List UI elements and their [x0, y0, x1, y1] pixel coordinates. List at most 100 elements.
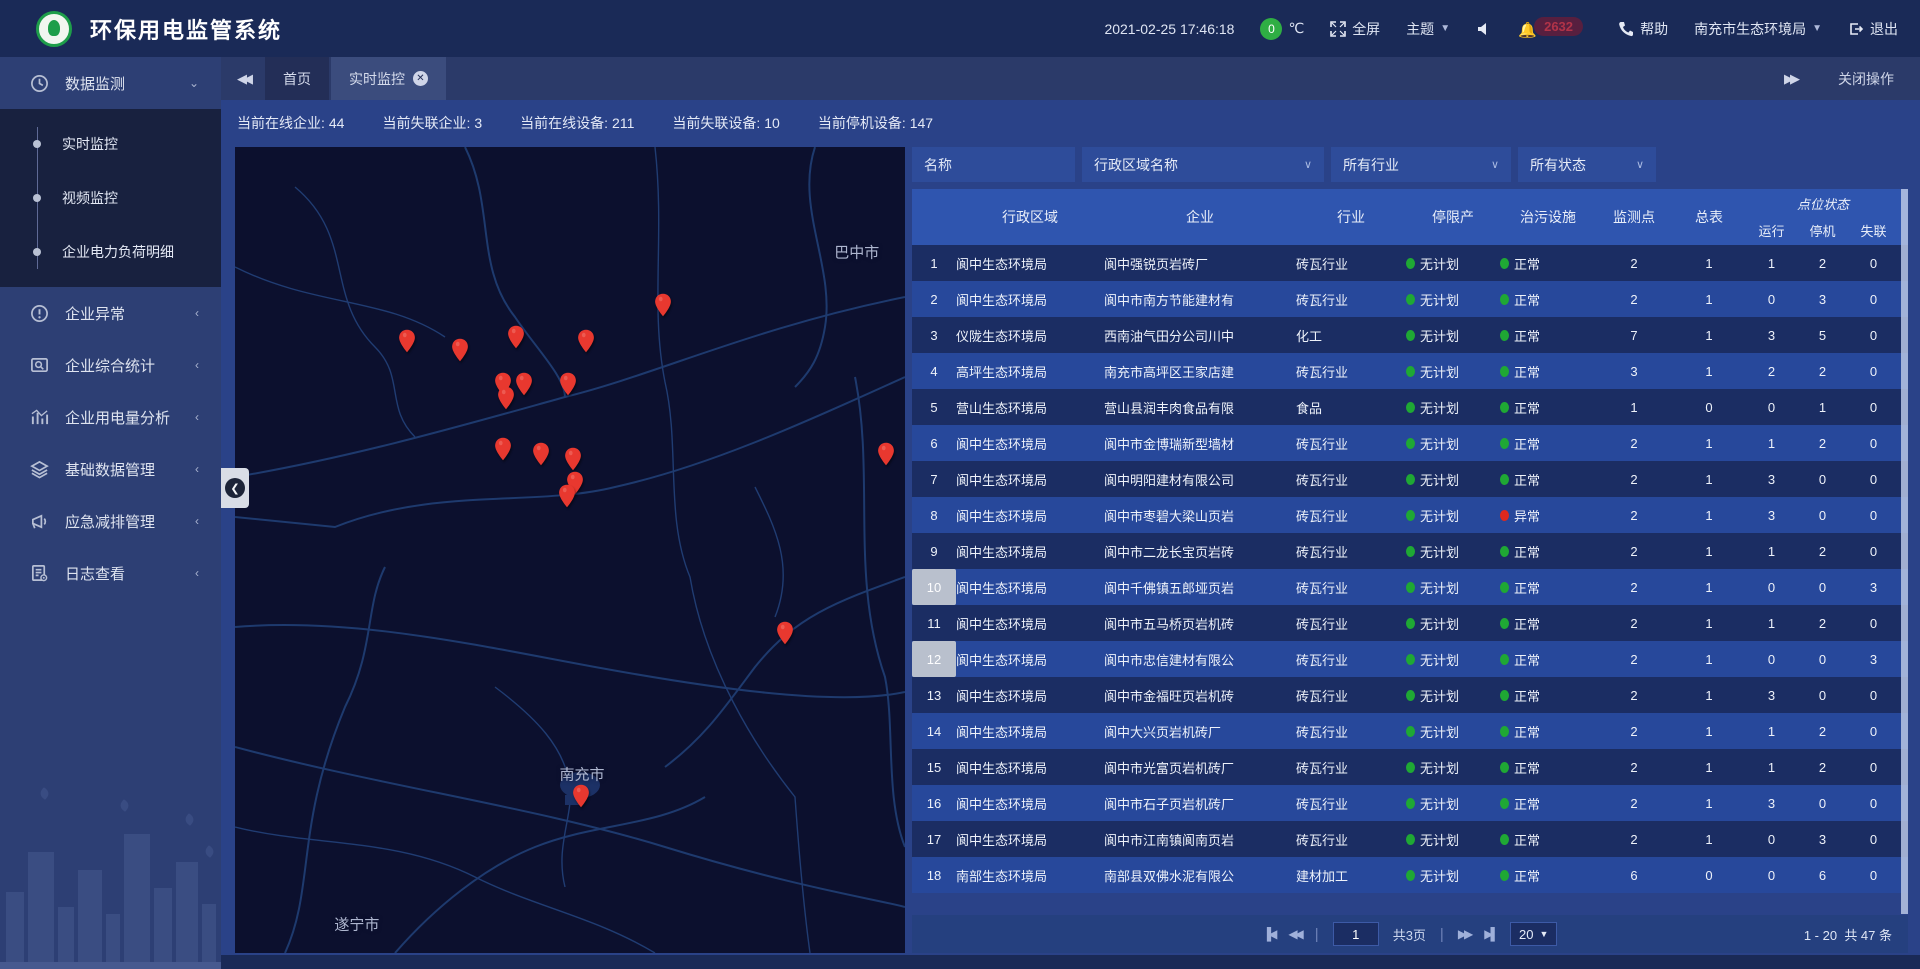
map-marker-pin[interactable] [532, 442, 550, 466]
sound-toggle[interactable] [1476, 21, 1492, 37]
table-row[interactable]: 5营山生态环境局营山县润丰肉食品有限食品无计划正常10010 [912, 389, 1908, 425]
table-row[interactable]: 15阆中生态环境局阆中市光富页岩机砖厂砖瓦行业无计划正常21120 [912, 749, 1908, 785]
next-page-button[interactable]: ▶▶ [1458, 927, 1470, 941]
table-row[interactable]: 12阆中生态环境局阆中市忠信建材有限公砖瓦行业无计划正常21003 [912, 641, 1908, 677]
page-number-input[interactable] [1333, 922, 1379, 946]
table-row[interactable]: 9阆中生态环境局阆中市二龙长宝页岩砖砖瓦行业无计划正常21120 [912, 533, 1908, 569]
table-row[interactable]: 2阆中生态环境局阆中市南方节能建材有砖瓦行业无计划正常21030 [912, 281, 1908, 317]
name-search-input[interactable] [912, 147, 1075, 182]
cell-stop-status: 无计划 [1406, 641, 1500, 677]
cell-stopped: 1 [1797, 389, 1848, 425]
logout-button[interactable]: 退出 [1848, 19, 1898, 39]
table-row[interactable]: 3仪陇生态环境局西南油气田分公司川中化工无计划正常71350 [912, 317, 1908, 353]
map-marker-pin[interactable] [451, 338, 469, 362]
close-icon[interactable]: ✕ [413, 71, 428, 86]
total-pages-label: 共3页 [1393, 925, 1426, 944]
theme-dropdown[interactable]: 主题 ▼ [1406, 19, 1450, 39]
sidebar-item-3[interactable]: 企业综合统计‹ [0, 339, 221, 391]
sidebar-item-4[interactable]: 企业用电量分析‹ [0, 391, 221, 443]
cell-total-meters: 1 [1672, 317, 1746, 353]
cell-monitor-points: 2 [1596, 677, 1672, 713]
map-marker-pin[interactable] [654, 293, 672, 317]
help-button[interactable]: 帮助 [1618, 19, 1668, 39]
region-select[interactable]: 行政区域名称 ∨ [1082, 147, 1324, 182]
fullscreen-button[interactable]: 全屏 [1330, 19, 1380, 39]
page-size-select[interactable]: 20 ▼ [1510, 922, 1557, 946]
cell-stopped: 0 [1797, 497, 1848, 533]
cell-company: 阆中大兴页岩机砖厂 [1104, 713, 1296, 749]
cell-region: 阆中生态环境局 [956, 605, 1104, 641]
sidebar-subitem[interactable]: 视频监控 [0, 171, 221, 225]
sidebar-item-6[interactable]: 应急减排管理‹ [0, 495, 221, 547]
row-number: 11 [912, 605, 956, 641]
sidebar-item-7[interactable]: 日志查看‹ [0, 547, 221, 599]
stat-item: 当前在线企业:44 [237, 113, 344, 133]
map-marker-pin[interactable] [776, 621, 794, 645]
map-marker-pin[interactable] [494, 437, 512, 461]
table-row[interactable]: 4高坪生态环境局南充市高坪区王家店建砖瓦行业无计划正常31220 [912, 353, 1908, 389]
col-header-lost: 失联 [1848, 215, 1899, 245]
map-marker-pin[interactable] [515, 372, 533, 396]
cell-company: 阆中市江南镇阆南页岩 [1104, 821, 1296, 857]
table-row[interactable]: 14阆中生态环境局阆中大兴页岩机砖厂砖瓦行业无计划正常21120 [912, 713, 1908, 749]
map-marker-pin[interactable] [564, 447, 582, 471]
cell-region: 高坪生态环境局 [956, 353, 1104, 389]
table-row[interactable]: 11阆中生态环境局阆中市五马桥页岩机砖砖瓦行业无计划正常21120 [912, 605, 1908, 641]
cell-industry: 砖瓦行业 [1296, 821, 1406, 857]
table-row[interactable]: 18南部生态环境局南部县双佛水泥有限公建材加工无计划正常60060 [912, 857, 1908, 893]
prev-page-button[interactable]: ◀◀ [1288, 927, 1300, 941]
map-marker-pin[interactable] [398, 329, 416, 353]
cell-industry: 砖瓦行业 [1296, 713, 1406, 749]
sidebar-subitem[interactable]: 企业电力负荷明细 [0, 225, 221, 279]
first-page-button[interactable]: ▐◀ [1263, 927, 1275, 941]
map-marker-pin[interactable] [497, 386, 515, 410]
sidebar-collapse-handle[interactable]: ❮ [221, 468, 249, 508]
stat-label: 当前失联企业: [382, 115, 470, 131]
row-number: 9 [912, 533, 956, 569]
map-marker-pin[interactable] [572, 784, 590, 808]
map-marker-pin[interactable] [577, 329, 595, 353]
table-row[interactable]: 16阆中生态环境局阆中市石子页岩机砖厂砖瓦行业无计划正常21300 [912, 785, 1908, 821]
map-marker-pin[interactable] [558, 484, 576, 508]
table-row[interactable]: 7阆中生态环境局阆中明阳建材有限公司砖瓦行业无计划正常21300 [912, 461, 1908, 497]
table-header: 行政区域 企业 行业 停限产 治污设施 监测点 总表 点位状态 运行 停机 失联 [912, 189, 1908, 245]
table-row[interactable]: 17阆中生态环境局阆中市江南镇阆南页岩砖瓦行业无计划正常21030 [912, 821, 1908, 857]
cell-industry: 砖瓦行业 [1296, 569, 1406, 605]
table-row[interactable]: 13阆中生态环境局阆中市金福旺页岩机砖砖瓦行业无计划正常21300 [912, 677, 1908, 713]
status-select[interactable]: 所有状态 ∨ [1518, 147, 1656, 182]
stat-value: 211 [612, 115, 634, 131]
sidebar-item-5[interactable]: 基础数据管理‹ [0, 443, 221, 495]
map-marker-pin[interactable] [507, 325, 525, 349]
tabs-scroll-left-icon[interactable]: ◀◀ [221, 57, 265, 100]
table-row[interactable]: 8阆中生态环境局阆中市枣碧大梁山页岩砖瓦行业无计划异常21300 [912, 497, 1908, 533]
map-marker-pin[interactable] [559, 372, 577, 396]
cell-running: 2 [1746, 353, 1797, 389]
industry-select[interactable]: 所有行业 ∨ [1331, 147, 1511, 182]
cell-stop-status: 无计划 [1406, 461, 1500, 497]
tab-realtime-monitor[interactable]: 实时监控 ✕ [331, 57, 446, 100]
notifications-button[interactable]: 🔔 2632 [1518, 17, 1592, 41]
cell-stopped: 2 [1797, 353, 1848, 389]
org-dropdown[interactable]: 南充市生态环境局 ▼ [1694, 19, 1822, 39]
map-marker-pin[interactable] [877, 442, 895, 466]
sidebar-item-2[interactable]: 企业异常‹ [0, 287, 221, 339]
table-row[interactable]: 6阆中生态环境局阆中市金博瑞新型墙材砖瓦行业无计划正常21120 [912, 425, 1908, 461]
cell-company: 阆中市金博瑞新型墙材 [1104, 425, 1296, 461]
last-page-button[interactable]: ▶▌ [1484, 927, 1496, 941]
cell-running: 3 [1746, 461, 1797, 497]
tab-home[interactable]: 首页 [265, 57, 329, 100]
table-row[interactable]: 10阆中生态环境局阆中千佛镇五郎垭页岩砖瓦行业无计划正常21003 [912, 569, 1908, 605]
sidebar-subitem[interactable]: 实时监控 [0, 117, 221, 171]
sidebar-item-1[interactable]: 数据监测⌄ [0, 57, 221, 109]
row-number: 8 [912, 497, 956, 533]
table-scrollbar[interactable] [1901, 189, 1908, 914]
tabs-scroll-right-icon[interactable]: ▶▶ [1784, 71, 1796, 87]
cell-lost: 0 [1848, 245, 1899, 281]
table-row[interactable]: 1阆中生态环境局阆中强锐页岩砖厂砖瓦行业无计划正常21120 [912, 245, 1908, 281]
status-dot [1406, 726, 1415, 737]
enterprise-table: 行政区域 企业 行业 停限产 治污设施 监测点 总表 点位状态 运行 停机 失联 [912, 189, 1908, 914]
cell-running: 1 [1746, 605, 1797, 641]
chevron-down-icon: ▼ [1440, 23, 1450, 34]
close-operations-button[interactable]: 关闭操作 [1838, 69, 1894, 89]
map-canvas[interactable]: 巴中市南充市遂宁市 [235, 147, 905, 953]
